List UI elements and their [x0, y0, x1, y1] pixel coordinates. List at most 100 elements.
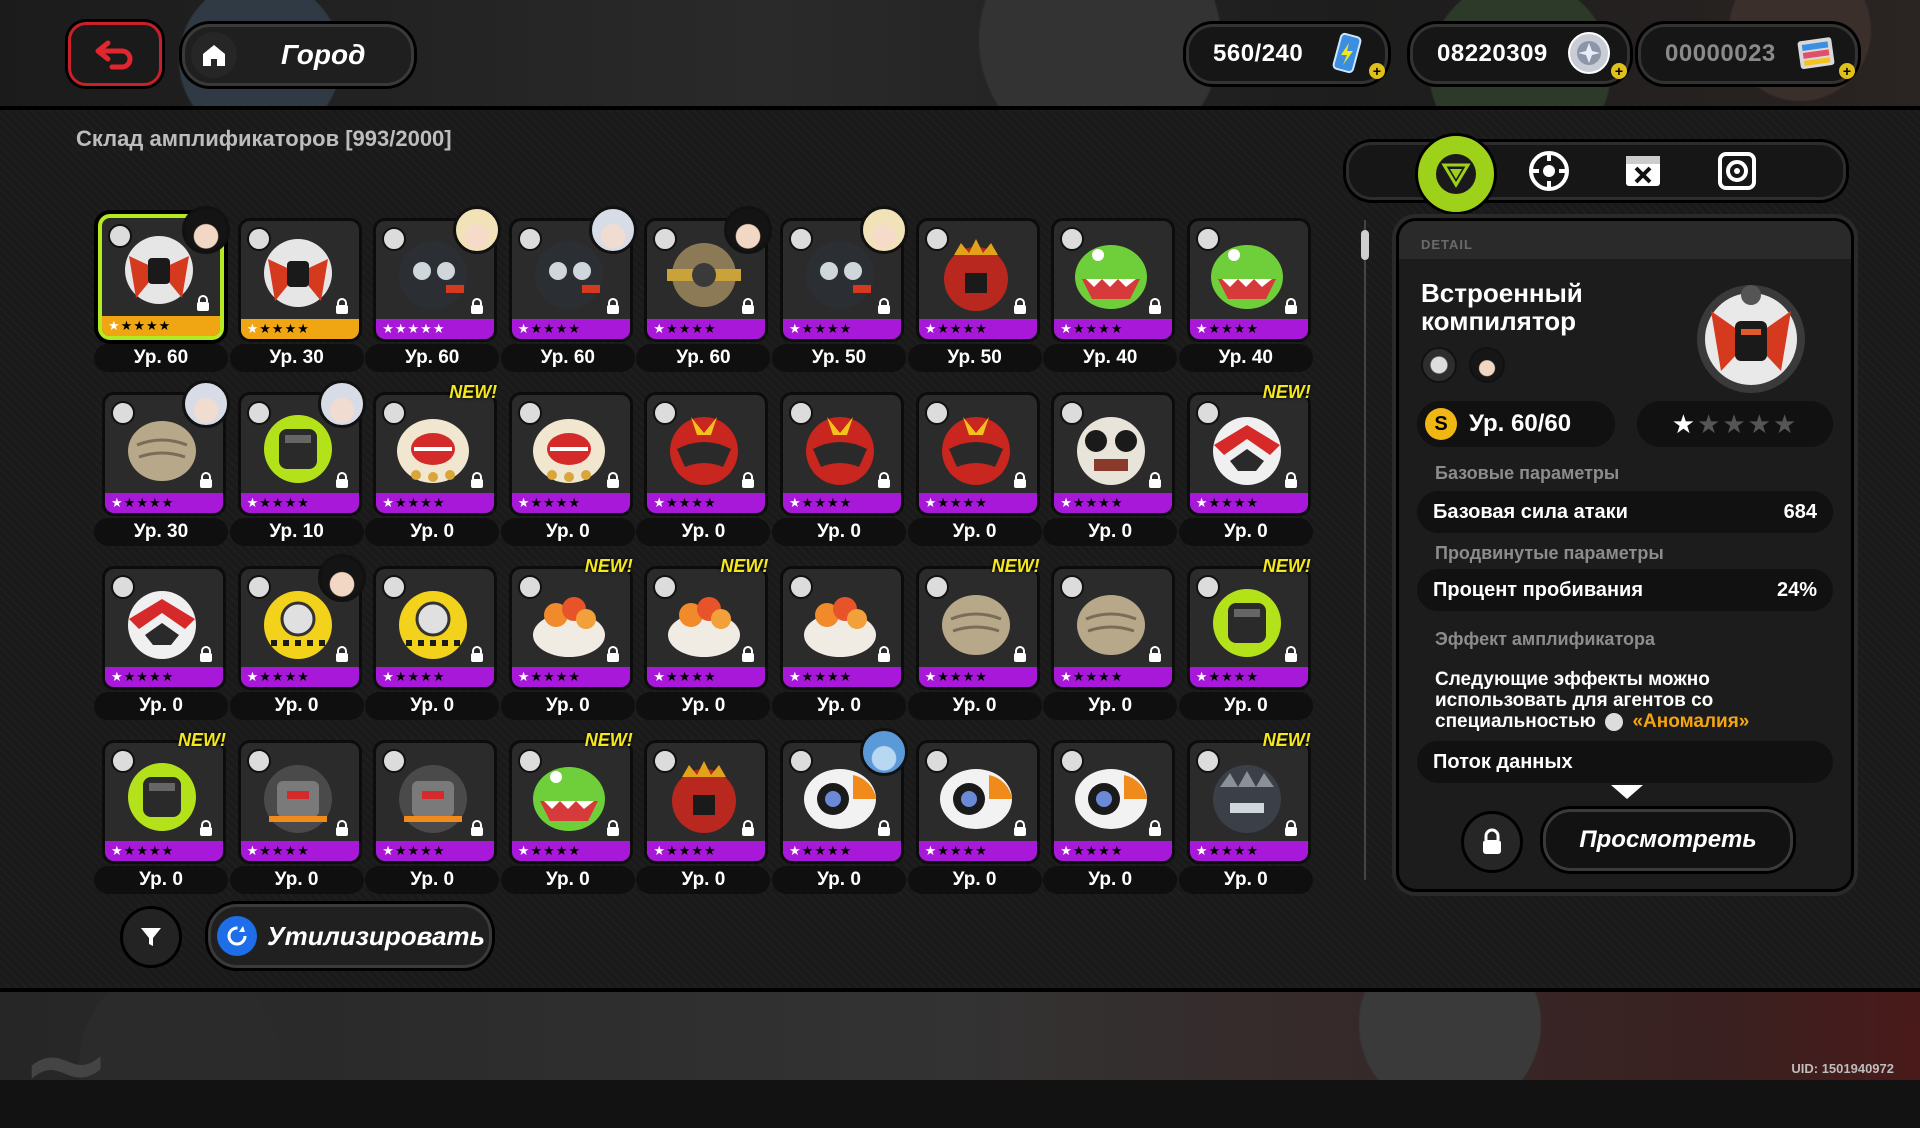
- amplifier-card[interactable]: ★★★★★ Ур. 40: [1043, 212, 1178, 372]
- level-label: Ур. 40: [1043, 344, 1178, 372]
- battery-counter[interactable]: 560/240 +: [1186, 24, 1388, 84]
- lock-icon: [335, 472, 348, 488]
- amplifier-card[interactable]: ★★★★★ Ур. 0: [772, 560, 906, 720]
- amplifier-card[interactable]: ★★★★★ Ур. 10: [229, 380, 366, 546]
- amplifier-card[interactable]: ★★★★★ Ур. 0: [636, 734, 771, 894]
- currency1-plus-icon[interactable]: +: [1611, 63, 1627, 79]
- amplifier-card[interactable]: ★★★★★ NEW! Ур. 0: [94, 730, 228, 894]
- level-label: Ур. 60: [500, 344, 635, 372]
- back-button[interactable]: [68, 22, 162, 86]
- level-label: Ур. 0: [907, 866, 1042, 894]
- equipped-agent-avatar: [182, 380, 230, 428]
- new-badge: NEW!: [449, 382, 498, 402]
- amplifier-card[interactable]: ★★★★★ NEW! Ур. 0: [636, 556, 771, 720]
- amplifier-card[interactable]: ★★★★★ NEW! Ур. 0: [1178, 382, 1313, 546]
- lock-icon: [471, 472, 484, 488]
- amplifier-card[interactable]: ★★★★★ Ур. 0: [365, 734, 500, 894]
- amplifier-card[interactable]: ★★★★★ NEW! Ур. 0: [500, 730, 635, 894]
- amplifier-card[interactable]: ★★★★★ Ур. 0: [907, 386, 1042, 546]
- amplifier-card[interactable]: ★★★★★ Ур. 0: [500, 386, 635, 546]
- amplifier-card[interactable]: ★★★★★ Ур. 30: [94, 380, 230, 546]
- lock-icon: [606, 472, 619, 488]
- data-stream-row[interactable]: Поток данных: [1417, 741, 1833, 783]
- recycle-label: Утилизировать: [267, 920, 485, 951]
- amplifier-card[interactable]: ★★★★★ Ур. 0: [1043, 734, 1178, 894]
- amplifier-card[interactable]: ★★★★★ Ур. 0: [907, 734, 1042, 894]
- lock-icon: [878, 472, 890, 488]
- star-rating: ★★★★★: [924, 669, 988, 684]
- amplifier-card[interactable]: ★★★★★ Ур. 60: [500, 206, 637, 372]
- amplifier-card[interactable]: ★★★★★ NEW! Ур. 0: [1178, 730, 1313, 894]
- lock-icon: [1149, 298, 1162, 314]
- amplifier-card[interactable]: ★★★★★ NEW! Ур. 0: [907, 556, 1042, 720]
- anomaly-specialty-icon: [1605, 712, 1624, 731]
- currency-counter-1[interactable]: 08220309 +: [1410, 24, 1630, 84]
- lock-icon: [1284, 472, 1297, 488]
- amplifier-card-frame: ★★★★★: [915, 566, 1040, 690]
- category-tabs: [1346, 133, 1846, 215]
- currency2-plus-icon[interactable]: +: [1839, 63, 1855, 79]
- new-badge: NEW!: [584, 730, 633, 750]
- equipped-agent-avatar: [860, 728, 908, 776]
- new-badge: NEW!: [720, 556, 769, 576]
- view-button[interactable]: Просмотреть: [1543, 809, 1793, 871]
- level-label: Ур. 0: [500, 518, 635, 546]
- amplifier-card[interactable]: ★★★★★ Ур. 0: [229, 734, 364, 894]
- lock-icon: [878, 298, 890, 314]
- tab-drive-discs[interactable]: [1511, 133, 1587, 209]
- location-pill[interactable]: Город: [182, 24, 414, 86]
- recycle-button[interactable]: Утилизировать: [208, 904, 492, 968]
- amplifier-card[interactable]: ★★★★★ Ур. 50: [772, 206, 908, 372]
- scrollbar-thumb[interactable]: [1361, 230, 1369, 260]
- amplifier-card[interactable]: ★★★★★ Ур. 0: [636, 386, 771, 546]
- star-icon: ★: [1772, 408, 1799, 439]
- amplifier-card[interactable]: ★★★★★ NEW! Ур. 0: [365, 382, 500, 546]
- star-rating: ★★★★★: [517, 843, 582, 858]
- star-rating: ★★★★★: [108, 318, 172, 333]
- amplifier-card[interactable]: ★★★★★ Ур. 0: [1043, 560, 1178, 720]
- expand-chevron-icon[interactable]: [1611, 785, 1643, 799]
- amplifier-card-frame: ★★★★★: [1051, 566, 1176, 690]
- grid-scrollbar[interactable]: [1360, 220, 1370, 888]
- star-icon: ★: [1747, 408, 1773, 439]
- amplifier-card[interactable]: ★★★★★ Ур. 40: [1178, 212, 1313, 372]
- star-rating: ★★★★★: [1195, 669, 1260, 684]
- amplifier-card[interactable]: ★★★★★ Ур. 0: [365, 560, 500, 720]
- rank-badge: S: [1425, 408, 1457, 440]
- amplifier-card-frame: ★★★★★: [915, 392, 1040, 516]
- amplifier-card[interactable]: ★★★★★ Ур. 0: [94, 560, 228, 720]
- scrollbar-track: [1364, 220, 1366, 880]
- level-label: Ур. 60: [636, 344, 771, 372]
- amplifier-card[interactable]: ★★★★★ Ур. 0: [772, 386, 906, 546]
- amplifier-card[interactable]: ★★★★★ Ур. 60: [365, 206, 502, 372]
- tab-amplifiers[interactable]: [1415, 133, 1497, 215]
- star-rating: ★★★★★: [653, 669, 717, 684]
- specialty-icon: [382, 749, 407, 773]
- lock-button[interactable]: [1461, 811, 1523, 873]
- level-label: Ур. 0: [365, 692, 500, 720]
- amplifier-card[interactable]: ★★★★★ Ур. 50: [907, 212, 1042, 372]
- amplifier-card[interactable]: ★★★★★ Ур. 30: [229, 212, 364, 372]
- amplifier-card[interactable]: ★★★★★ NEW! Ур. 0: [500, 556, 635, 720]
- amplifier-card[interactable]: ★★★★★ Ур. 0: [229, 554, 366, 720]
- amplifier-card[interactable]: ★★★★★ Ур. 60: [94, 206, 230, 372]
- amplifier-triangle-icon: [1436, 154, 1476, 194]
- amplifier-card[interactable]: ★★★★★ Ур. 0: [772, 728, 908, 894]
- uid-label: UID: 1501940972: [1791, 1061, 1894, 1076]
- currency-counter-2[interactable]: 00000023 +: [1638, 24, 1858, 84]
- filter-button[interactable]: [120, 906, 182, 968]
- tab-materials[interactable]: [1605, 133, 1681, 209]
- amplifier-card[interactable]: ★★★★★ Ур. 0: [1043, 386, 1178, 546]
- star-icon: ★: [1697, 408, 1723, 439]
- recycle-icon: [217, 916, 257, 956]
- specialty-icon: [382, 401, 407, 425]
- lock-icon: [200, 472, 212, 488]
- amplifier-card-frame: ★★★★★: [780, 566, 904, 690]
- detail-panel: DETAIL Встроенный компилятор S Ур. 60/60…: [1396, 218, 1854, 892]
- tab-vault[interactable]: [1699, 133, 1775, 209]
- amplifier-card[interactable]: ★★★★★ Ур. 60: [636, 206, 773, 372]
- star-rating: ★★★★★: [382, 669, 446, 684]
- amplifier-card[interactable]: ★★★★★ NEW! Ур. 0: [1178, 556, 1313, 720]
- battery-plus-icon[interactable]: +: [1369, 63, 1385, 79]
- lock-icon: [1149, 472, 1162, 488]
